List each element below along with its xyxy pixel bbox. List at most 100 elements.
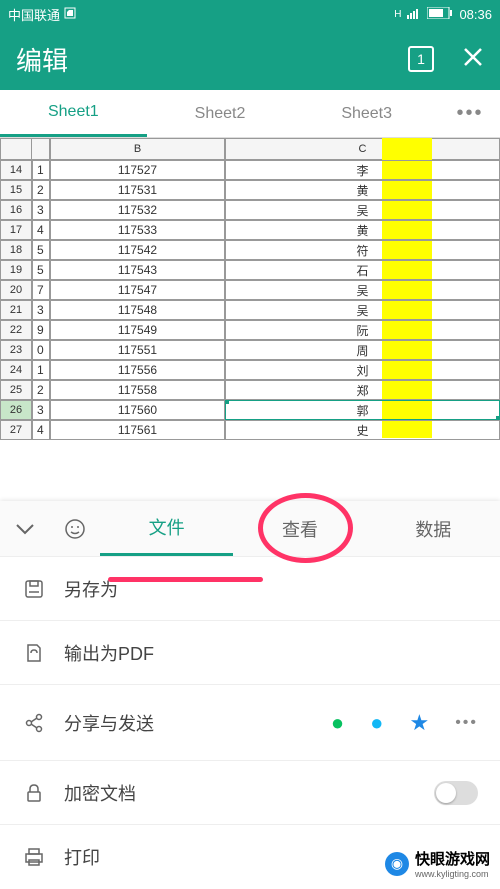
tool-tab-file[interactable]: 文件 — [100, 501, 233, 556]
cell[interactable]: 吴 — [225, 300, 500, 320]
watermark-logo-icon: ◉ — [385, 852, 409, 876]
cell[interactable]: 117549 — [50, 320, 225, 340]
col-header-b[interactable]: B — [50, 138, 225, 160]
spreadsheet-grid[interactable]: B C 14 1 117527 李 15 2 117531 黄 16 3 117… — [0, 138, 500, 440]
cell[interactable]: 符 — [225, 240, 500, 260]
encrypt-toggle[interactable] — [434, 781, 478, 805]
tab-count-button[interactable]: 1 — [408, 46, 434, 72]
cell[interactable]: 刘 — [225, 360, 500, 380]
cell[interactable]: 黄 — [225, 220, 500, 240]
cell[interactable]: 1 — [32, 360, 50, 380]
cell[interactable]: 郭 — [225, 400, 500, 420]
sheet-tab-2[interactable]: Sheet2 — [147, 90, 294, 137]
col-header-c[interactable]: C — [225, 138, 500, 160]
cell[interactable]: 郑 — [225, 380, 500, 400]
table-row[interactable]: 21 3 117548 吴 — [0, 300, 500, 320]
table-row[interactable]: 19 5 117543 石 — [0, 260, 500, 280]
battery-icon — [427, 7, 453, 22]
cell[interactable]: 吴 — [225, 200, 500, 220]
collapse-button[interactable] — [0, 523, 50, 535]
table-row[interactable]: 24 1 117556 刘 — [0, 360, 500, 380]
cell[interactable]: 史 — [225, 420, 500, 440]
row-header[interactable]: 24 — [0, 360, 32, 380]
row-header[interactable]: 16 — [0, 200, 32, 220]
table-row[interactable]: 25 2 117558 郑 — [0, 380, 500, 400]
cell[interactable]: 周 — [225, 340, 500, 360]
cell[interactable]: 117560 — [50, 400, 225, 420]
row-header[interactable]: 18 — [0, 240, 32, 260]
cell[interactable]: 117532 — [50, 200, 225, 220]
table-row[interactable]: 17 4 117533 黄 — [0, 220, 500, 240]
more-share-button[interactable]: ••• — [455, 714, 478, 732]
menu-share[interactable]: 分享与发送 ● ● ★ ••• — [0, 685, 500, 761]
cell[interactable]: 吴 — [225, 280, 500, 300]
cell[interactable]: 李 — [225, 160, 500, 180]
cell[interactable]: 117556 — [50, 360, 225, 380]
table-row[interactable]: 26 3 117560 郭 — [0, 400, 500, 420]
cell[interactable]: 5 — [32, 240, 50, 260]
cell[interactable]: 4 — [32, 420, 50, 440]
cell[interactable]: 9 — [32, 320, 50, 340]
cell[interactable]: 117531 — [50, 180, 225, 200]
row-header[interactable]: 26 — [0, 400, 32, 420]
row-header[interactable]: 23 — [0, 340, 32, 360]
sheet-tab-1[interactable]: Sheet1 — [0, 90, 147, 137]
time-label: 08:36 — [459, 7, 492, 22]
sheet-more-button[interactable]: ••• — [440, 90, 500, 137]
cell[interactable]: 117548 — [50, 300, 225, 320]
row-header[interactable]: 22 — [0, 320, 32, 340]
cell[interactable]: 2 — [32, 180, 50, 200]
tool-tab-data[interactable]: 数据 — [367, 501, 500, 556]
table-row[interactable]: 20 7 117547 吴 — [0, 280, 500, 300]
qq-icon[interactable]: ● — [370, 710, 383, 736]
cell[interactable]: 石 — [225, 260, 500, 280]
cell[interactable]: 117547 — [50, 280, 225, 300]
sheet-tabs: Sheet1 Sheet2 Sheet3 ••• — [0, 90, 500, 138]
menu-encrypt[interactable]: 加密文档 — [0, 761, 500, 825]
sheet-tab-3[interactable]: Sheet3 — [293, 90, 440, 137]
row-header[interactable]: 19 — [0, 260, 32, 280]
cell[interactable]: 117542 — [50, 240, 225, 260]
cell[interactable]: 3 — [32, 400, 50, 420]
cell[interactable]: 117551 — [50, 340, 225, 360]
ai-assistant-button[interactable] — [50, 517, 100, 541]
table-row[interactable]: 15 2 117531 黄 — [0, 180, 500, 200]
wechat-icon[interactable]: ● — [331, 710, 344, 736]
cell[interactable]: 7 — [32, 280, 50, 300]
row-header[interactable]: 21 — [0, 300, 32, 320]
cell[interactable]: 117543 — [50, 260, 225, 280]
print-icon — [22, 846, 46, 868]
table-row[interactable]: 18 5 117542 符 — [0, 240, 500, 260]
menu-save-as[interactable]: 另存为 — [0, 557, 500, 621]
row-header[interactable]: 20 — [0, 280, 32, 300]
cell[interactable]: 4 — [32, 220, 50, 240]
cell[interactable]: 117527 — [50, 160, 225, 180]
table-row[interactable]: 23 0 117551 周 — [0, 340, 500, 360]
cell[interactable]: 3 — [32, 200, 50, 220]
row-header[interactable]: 27 — [0, 420, 32, 440]
close-button[interactable] — [462, 46, 484, 73]
select-all-cell[interactable] — [0, 138, 32, 160]
col-header-a[interactable] — [32, 138, 50, 160]
cell[interactable]: 0 — [32, 340, 50, 360]
menu-export-pdf[interactable]: 输出为PDF — [0, 621, 500, 685]
row-header[interactable]: 14 — [0, 160, 32, 180]
cell[interactable]: 黄 — [225, 180, 500, 200]
cell[interactable]: 117558 — [50, 380, 225, 400]
cell[interactable]: 5 — [32, 260, 50, 280]
cell[interactable]: 阮 — [225, 320, 500, 340]
table-row[interactable]: 16 3 117532 吴 — [0, 200, 500, 220]
table-row[interactable]: 27 4 117561 史 — [0, 420, 500, 440]
row-header[interactable]: 25 — [0, 380, 32, 400]
row-header[interactable]: 15 — [0, 180, 32, 200]
table-row[interactable]: 22 9 117549 阮 — [0, 320, 500, 340]
cell[interactable]: 117561 — [50, 420, 225, 440]
cell[interactable]: 2 — [32, 380, 50, 400]
table-row[interactable]: 14 1 117527 李 — [0, 160, 500, 180]
cell[interactable]: 1 — [32, 160, 50, 180]
cell[interactable]: 3 — [32, 300, 50, 320]
star-icon[interactable]: ★ — [409, 710, 429, 736]
tool-tab-view[interactable]: 查看 — [233, 501, 366, 556]
cell[interactable]: 117533 — [50, 220, 225, 240]
row-header[interactable]: 17 — [0, 220, 32, 240]
